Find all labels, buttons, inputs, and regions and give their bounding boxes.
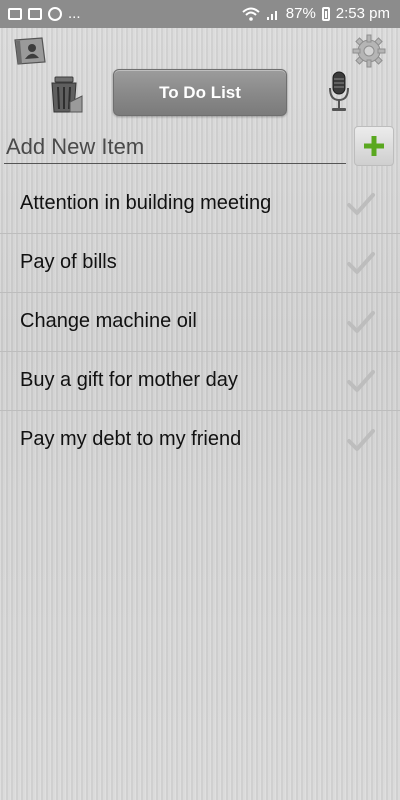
contacts-icon[interactable] [12, 36, 48, 66]
signal-icon [266, 10, 277, 20]
list-item[interactable]: Pay my debt to my friend [0, 411, 400, 470]
plus-icon [364, 136, 384, 156]
checkmark-icon[interactable] [346, 250, 376, 276]
battery-icon [321, 6, 330, 21]
item-label: Attention in building meeting [20, 192, 272, 214]
more-notifications: ... [68, 5, 81, 22]
status-bar: ... 87% 2:53 pm [0, 0, 400, 28]
microphone-icon[interactable] [326, 70, 352, 114]
checkmark-icon[interactable] [346, 368, 376, 394]
clock: 2:53 pm [335, 5, 390, 22]
item-label: Buy a gift for mother day [20, 369, 238, 391]
wifi-icon [242, 7, 260, 21]
mail-notification-icon [28, 7, 42, 20]
gear-icon[interactable] [352, 34, 386, 68]
list-item[interactable]: Pay of bills [0, 234, 400, 293]
item-label: Change machine oil [20, 310, 197, 332]
title-label: To Do List [159, 82, 241, 102]
battery-percent: 87% [285, 5, 316, 22]
checkmark-icon[interactable] [346, 309, 376, 335]
gallery-notification-icon [8, 7, 22, 20]
item-label: Pay of bills [20, 251, 117, 273]
to-do-list-title-button[interactable]: To Do List [113, 69, 287, 116]
item-label: Pay my debt to my friend [20, 428, 242, 450]
list-item[interactable]: Buy a gift for mother day [0, 352, 400, 411]
todo-list: Attention in building meeting Pay of bil… [0, 175, 400, 470]
add-new-item-input[interactable] [4, 130, 346, 164]
checkmark-icon[interactable] [346, 427, 376, 453]
sync-notification-icon [48, 6, 62, 21]
list-item[interactable]: Change machine oil [0, 293, 400, 352]
checkmark-icon[interactable] [346, 191, 376, 217]
list-item[interactable]: Attention in building meeting [0, 175, 400, 234]
add-item-button[interactable] [354, 126, 394, 166]
trash-icon[interactable] [46, 72, 84, 114]
